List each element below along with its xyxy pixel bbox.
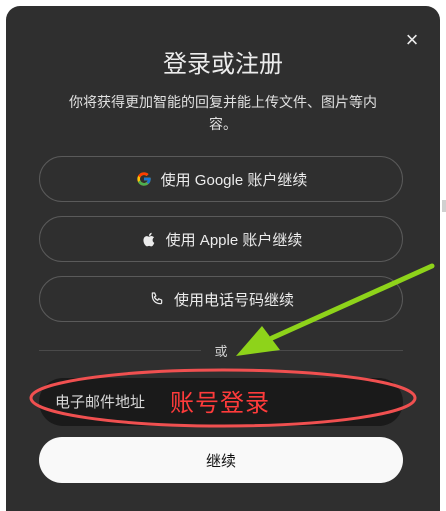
divider-line-left [39,349,201,351]
apple-login-button[interactable]: 使用 Apple 账户继续 [39,216,403,262]
or-divider: 或 [39,340,404,360]
edge-mark [442,200,446,212]
phone-icon [148,290,166,308]
apple-icon [140,230,158,248]
page-frame: × 登录或注册 你将获得更加智能的回复并能上传文件、图片等内容。 使用 Goog… [0,0,446,511]
divider-text: 或 [214,344,228,360]
email-input[interactable] [55,393,165,411]
dialog-title: 登录或注册 [163,50,283,78]
google-login-button[interactable]: 使用 Google 账户继续 [39,156,403,202]
divider-line-right [241,349,404,351]
apple-login-label: 使用 Apple 账户继续 [165,231,303,249]
google-icon [135,170,153,188]
phone-login-button[interactable]: 使用电话号码继续 [39,276,403,322]
phone-login-label: 使用电话号码继续 [173,291,294,309]
login-dialog: × 登录或注册 你将获得更加智能的回复并能上传文件、图片等内容。 使用 Goog… [6,6,440,511]
dialog-subtitle: 你将获得更加智能的回复并能上传文件、图片等内容。 [69,95,377,133]
annotation-label: 账号登录 [170,389,270,417]
google-login-label: 使用 Google 账户继续 [160,171,308,189]
continue-button[interactable]: 继续 [39,437,403,483]
